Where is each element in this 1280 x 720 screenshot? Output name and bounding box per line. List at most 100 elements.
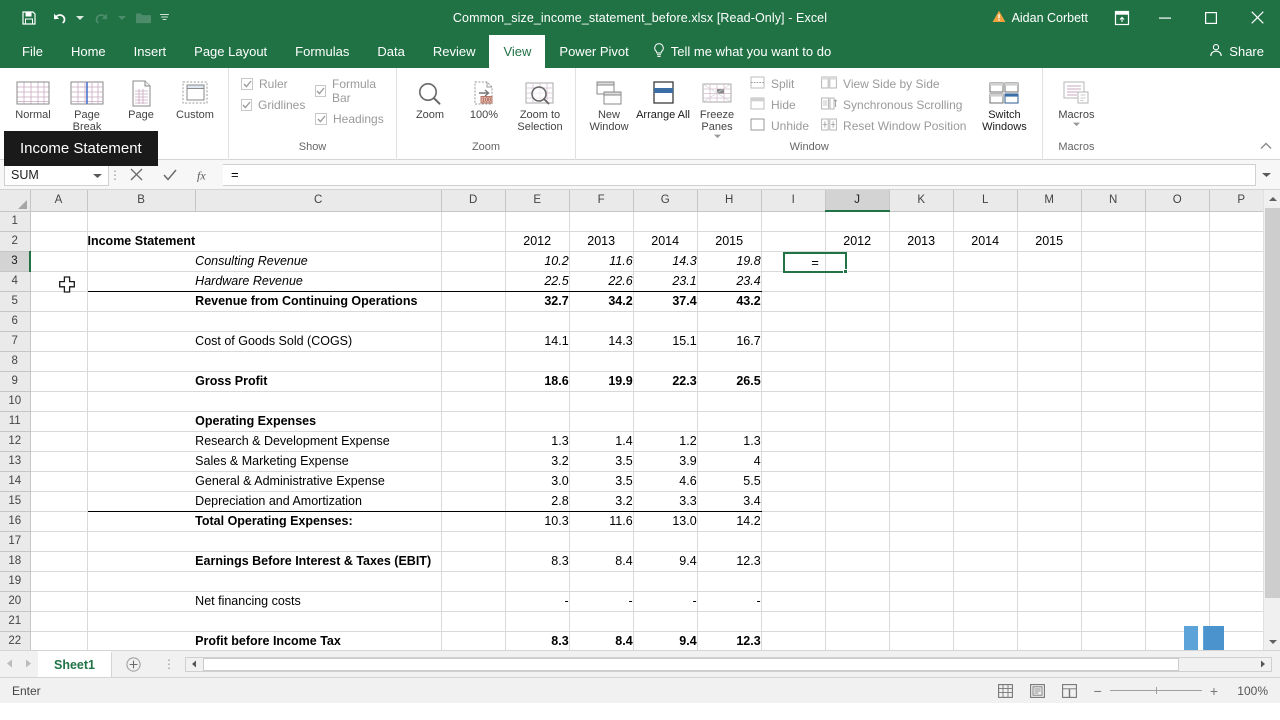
cell-G18[interactable]: 9.4 xyxy=(633,551,698,572)
row-header-9[interactable]: 9 xyxy=(0,371,31,392)
chevron-down-icon[interactable] xyxy=(713,133,721,139)
table-row[interactable]: 18 Earnings Before Interest & Taxes (EBI… xyxy=(0,551,1274,572)
cell-H16[interactable]: 14.2 xyxy=(697,511,762,532)
cell-O21[interactable] xyxy=(1145,611,1210,632)
cell-K1[interactable] xyxy=(889,211,954,232)
vertical-scroll-thumb[interactable] xyxy=(1265,208,1280,598)
cell-F1[interactable] xyxy=(569,211,634,232)
cell-D15[interactable] xyxy=(441,491,506,512)
redo-dropdown-icon[interactable] xyxy=(116,5,128,31)
redo-icon[interactable] xyxy=(86,5,116,31)
cell-A1[interactable] xyxy=(30,211,88,232)
zoom-track[interactable] xyxy=(1109,687,1202,694)
name-box-dropdown-icon[interactable] xyxy=(93,168,102,182)
cell-I10[interactable] xyxy=(761,391,826,412)
cell-H21[interactable] xyxy=(697,611,762,632)
cell-H19[interactable] xyxy=(697,571,762,592)
table-row[interactable]: 1 xyxy=(0,211,1274,232)
cell-G13[interactable]: 3.9 xyxy=(633,451,698,472)
page-layout-button[interactable]: Page xyxy=(114,71,168,121)
headings-checkbox[interactable]: Headings xyxy=(315,112,386,126)
cell-K20[interactable] xyxy=(889,591,954,612)
cell-M16[interactable] xyxy=(1017,511,1082,532)
cell-K11[interactable] xyxy=(889,411,954,432)
cell-I14[interactable] xyxy=(761,471,826,492)
cell-O14[interactable] xyxy=(1145,471,1210,492)
cell-E19[interactable] xyxy=(505,571,570,592)
cell-E4[interactable]: 22.5 xyxy=(505,271,570,292)
cell-F4[interactable]: 22.6 xyxy=(569,271,634,292)
cell-E7[interactable]: 14.1 xyxy=(505,331,570,352)
zoom-thumb[interactable] xyxy=(1155,687,1157,694)
cell-A17[interactable] xyxy=(30,531,88,552)
cell-N11[interactable] xyxy=(1081,411,1146,432)
row-header-1[interactable]: 1 xyxy=(0,211,31,232)
cell-I21[interactable] xyxy=(761,611,826,632)
cell-G12[interactable]: 1.2 xyxy=(633,431,698,452)
cell-B12[interactable] xyxy=(87,431,196,452)
table-row[interactable]: 14 General & Administrative Expense 3.0 … xyxy=(0,471,1274,492)
cell-B5[interactable] xyxy=(87,291,196,312)
cell-L2[interactable]: 2014 xyxy=(953,230,1018,252)
next-sheet-icon[interactable] xyxy=(25,655,32,673)
cell-N7[interactable] xyxy=(1081,331,1146,352)
table-row[interactable]: 5 Revenue from Continuing Operations 32.… xyxy=(0,291,1274,312)
cell-K12[interactable] xyxy=(889,431,954,452)
cell-H3[interactable]: 19.8 xyxy=(697,251,762,272)
cell-J6[interactable] xyxy=(825,311,890,332)
cell-N17[interactable] xyxy=(1081,531,1146,552)
cell-I12[interactable] xyxy=(761,431,826,452)
cell-O5[interactable] xyxy=(1145,291,1210,312)
row-header-20[interactable]: 20 xyxy=(0,591,31,612)
cell-H11[interactable] xyxy=(697,411,762,432)
cell-O6[interactable] xyxy=(1145,311,1210,332)
cell-D9[interactable] xyxy=(441,371,506,392)
row-header-11[interactable]: 11 xyxy=(0,411,31,432)
cell-N14[interactable] xyxy=(1081,471,1146,492)
cell-L21[interactable] xyxy=(953,611,1018,632)
tab-power-pivot[interactable]: Power Pivot xyxy=(545,35,642,68)
cell-C2[interactable] xyxy=(195,231,442,252)
cell-N20[interactable] xyxy=(1081,591,1146,612)
cell-D8[interactable] xyxy=(441,351,506,372)
cell-F17[interactable] xyxy=(569,531,634,552)
cell-G15[interactable]: 3.3 xyxy=(633,491,698,512)
cell-B13[interactable] xyxy=(87,451,196,472)
cell-O16[interactable] xyxy=(1145,511,1210,532)
cell-D5[interactable] xyxy=(441,291,506,312)
row-header-7[interactable]: 7 xyxy=(0,331,31,352)
cell-E9[interactable]: 18.6 xyxy=(505,371,570,392)
cell-O3[interactable] xyxy=(1145,251,1210,272)
cell-G1[interactable] xyxy=(633,211,698,232)
cell-N9[interactable] xyxy=(1081,371,1146,392)
horizontal-scrollbar[interactable] xyxy=(185,656,1272,672)
row-header-8[interactable]: 8 xyxy=(0,351,31,372)
cell-H5[interactable]: 43.2 xyxy=(697,291,762,312)
cell-K6[interactable] xyxy=(889,311,954,332)
cell-O15[interactable] xyxy=(1145,491,1210,512)
undo-icon[interactable] xyxy=(44,5,74,31)
cell-F7[interactable]: 14.3 xyxy=(569,331,634,352)
cell-N15[interactable] xyxy=(1081,491,1146,512)
cell-B16[interactable] xyxy=(87,511,196,532)
cell-M11[interactable] xyxy=(1017,411,1082,432)
cell-M18[interactable] xyxy=(1017,551,1082,572)
cell-I6[interactable] xyxy=(761,311,826,332)
cell-J7[interactable] xyxy=(825,331,890,352)
cell-K13[interactable] xyxy=(889,451,954,472)
cell-L1[interactable] xyxy=(953,211,1018,232)
cell-H6[interactable] xyxy=(697,311,762,332)
open-icon[interactable] xyxy=(128,5,158,31)
col-header-F[interactable]: F xyxy=(569,190,634,212)
cell-I5[interactable] xyxy=(761,291,826,312)
cell-G9[interactable]: 22.3 xyxy=(633,371,698,392)
cell-I8[interactable] xyxy=(761,351,826,372)
cell-M20[interactable] xyxy=(1017,591,1082,612)
cell-M2[interactable]: 2015 xyxy=(1017,230,1082,252)
cell-B20[interactable] xyxy=(87,591,196,612)
macros-button[interactable]: Macros xyxy=(1049,71,1103,127)
cell-G14[interactable]: 4.6 xyxy=(633,471,698,492)
formula-input[interactable]: = xyxy=(223,163,1256,186)
zoom-in-button[interactable]: + xyxy=(1210,683,1218,699)
cell-O10[interactable] xyxy=(1145,391,1210,412)
